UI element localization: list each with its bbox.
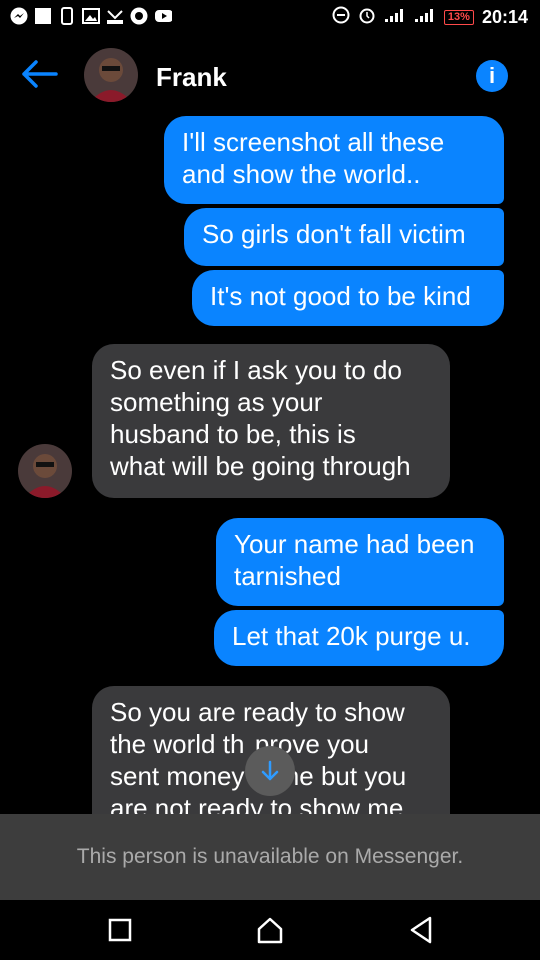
back-icon[interactable] [408, 914, 434, 951]
battery-icon: 13% [443, 10, 474, 25]
unavailable-banner: This person is unavailable on Messenger. [0, 814, 540, 900]
home-icon[interactable] [256, 914, 284, 951]
message-bubble-outgoing[interactable]: Let that 20k purge u. [214, 610, 504, 666]
notification-icons [10, 7, 172, 25]
message-bubble-incoming[interactable]: So even if I ask you to do something as … [92, 344, 450, 498]
recent-apps-icon[interactable] [108, 914, 132, 951]
unavailable-text: This person is unavailable on Messenger. [76, 845, 464, 868]
scroll-down-button[interactable] [245, 746, 295, 796]
avatar[interactable] [84, 48, 138, 102]
chat-header: Frank i [0, 40, 540, 116]
info-icon[interactable]: i [476, 60, 508, 92]
message-bubble-outgoing[interactable]: I'll screenshot all these and show the w… [164, 116, 504, 204]
missed-call-icon [106, 7, 124, 25]
avatar[interactable] [18, 444, 72, 498]
message-list[interactable]: I'll screenshot all these and show the w… [0, 116, 540, 814]
system-navigation-bar [0, 900, 540, 960]
message-bubble-outgoing[interactable]: It's not good to be kind [192, 270, 504, 326]
do-not-disturb-icon [332, 6, 350, 29]
contact-name[interactable]: Frank [156, 62, 227, 93]
messenger-icon [10, 7, 28, 25]
alarm-icon [358, 6, 376, 29]
back-arrow-icon[interactable] [22, 60, 58, 93]
cell-signal-icon [414, 7, 436, 28]
square-notification-icon [34, 7, 52, 25]
message-bubble-outgoing[interactable]: So girls don't fall victim [184, 208, 504, 266]
system-icons: 13% 20:14 [332, 6, 528, 29]
status-bar: 13% 20:14 [0, 0, 540, 36]
messenger-round-icon [130, 7, 148, 25]
youtube-icon [154, 7, 172, 25]
clock: 20:14 [481, 7, 528, 27]
message-bubble-outgoing[interactable]: Your name had been tarnished [216, 518, 504, 606]
wifi-signal-icon [384, 7, 406, 28]
gallery-icon [82, 7, 100, 25]
sim-icon [58, 7, 76, 25]
arrow-down-icon [261, 760, 279, 781]
